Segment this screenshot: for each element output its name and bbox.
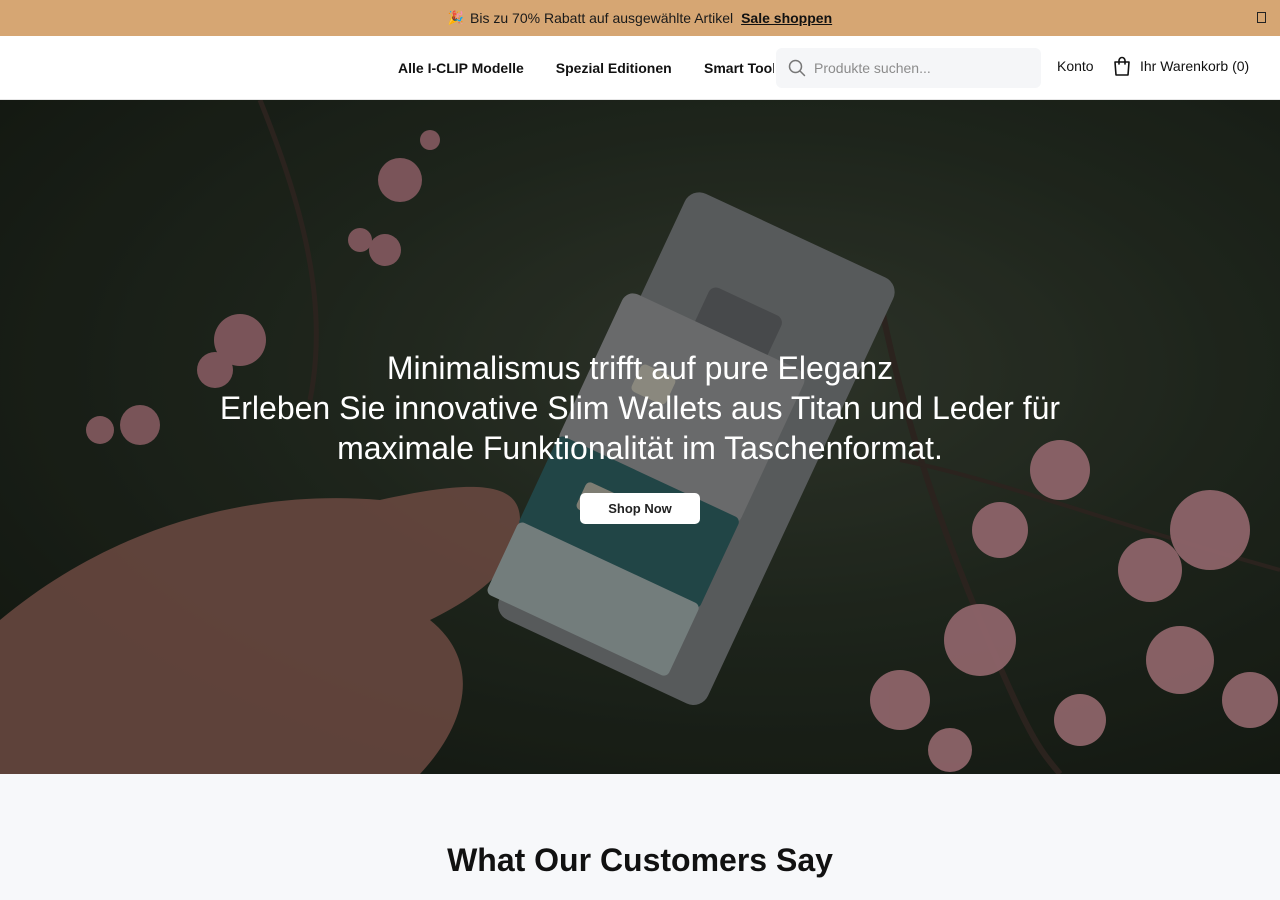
close-icon[interactable]: [1257, 12, 1266, 23]
main-nav: Alle I-CLIP Modelle Spezial Editionen Sm…: [398, 36, 774, 100]
hero-text: Minimalismus trifft auf pure Eleganz Erl…: [0, 348, 1280, 468]
party-popper-icon: 🎉: [447, 10, 465, 25]
cart-link[interactable]: Ihr Warenkorb (0): [1113, 56, 1249, 76]
nav-item-special-editions[interactable]: Spezial Editionen: [556, 60, 672, 76]
nav-item-all-models[interactable]: Alle I-CLIP Modelle: [398, 60, 524, 76]
site-header: Alle I-CLIP Modelle Spezial Editionen Sm…: [0, 36, 1280, 100]
search-input[interactable]: [814, 60, 1024, 76]
shop-now-button[interactable]: Shop Now: [580, 493, 700, 524]
hero-subtitle: Erleben Sie innovative Slim Wallets aus …: [219, 390, 1061, 466]
announcement-text: Bis zu 70% Rabatt auf ausgewählte Artike…: [470, 10, 734, 26]
reviews-heading: What Our Customers Say: [447, 842, 833, 878]
search-icon: [788, 59, 806, 77]
hero-banner: Minimalismus trifft auf pure Eleganz Erl…: [0, 100, 1280, 774]
hero-title: Minimalismus trifft auf pure Eleganz: [386, 350, 894, 386]
announcement-bar: 🎉 Bis zu 70% Rabatt auf ausgewählte Arti…: [0, 0, 1280, 36]
sale-link[interactable]: Sale shoppen: [741, 10, 832, 26]
account-link[interactable]: Konto: [1057, 58, 1094, 74]
search-box[interactable]: [776, 48, 1041, 88]
shopping-bag-icon: [1114, 56, 1130, 76]
nav-item-smart-tool-wrapper: Smart Tool: [704, 36, 774, 100]
nav-item-smart-tool[interactable]: Smart Tool: [704, 60, 774, 76]
cart-label: Ihr Warenkorb (0): [1140, 58, 1250, 74]
reviews-section: What Our Customers Say: [0, 774, 1280, 900]
